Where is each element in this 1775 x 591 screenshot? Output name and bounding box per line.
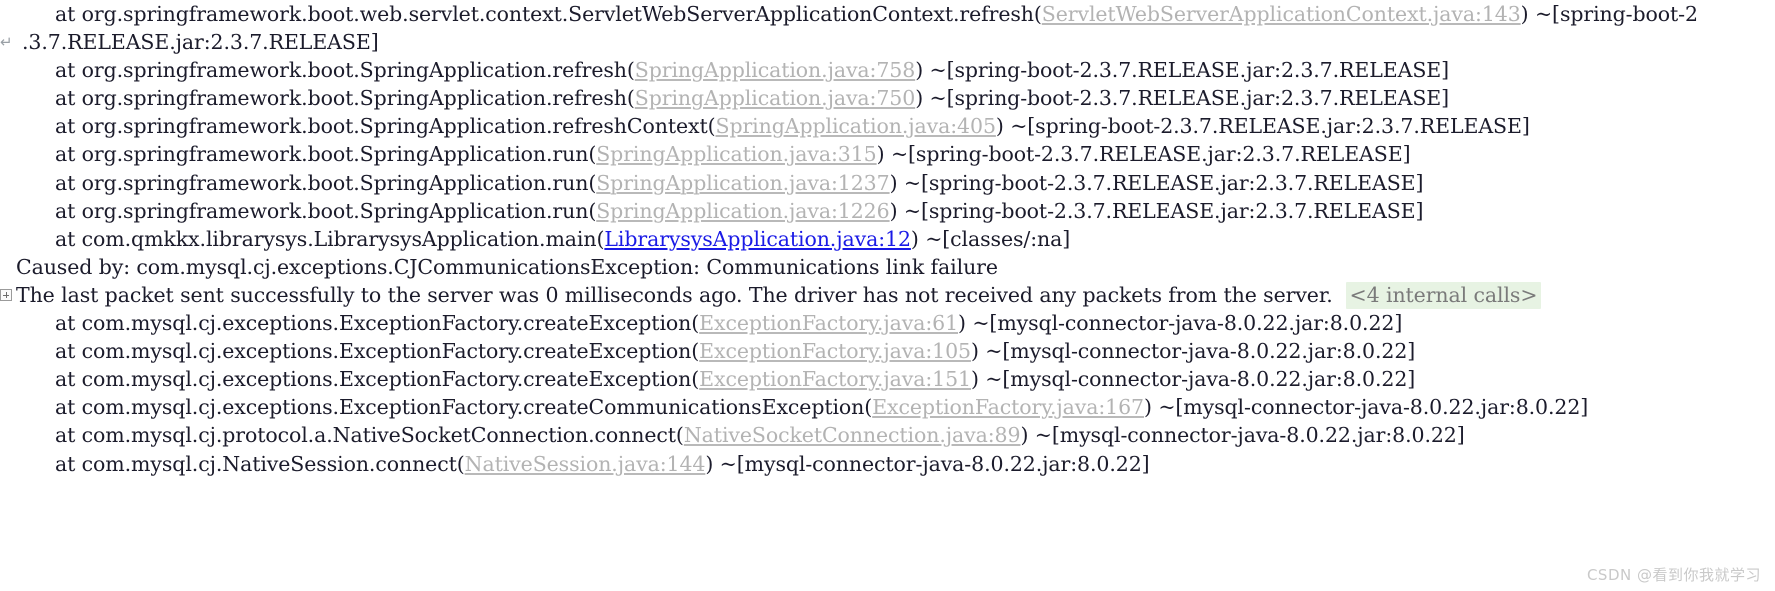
source-link-library[interactable]: SpringApplication.java:758 [635, 58, 915, 82]
stack-frame-suffix: ) ~[spring-boot-2.3.7.RELEASE.jar:2.3.7.… [995, 114, 1530, 139]
console-line: at org.springframework.boot.SpringApplic… [0, 169, 1775, 197]
expand-fold-icon[interactable] [0, 288, 12, 301]
internal-calls-fold-badge[interactable]: <4 internal calls> [1345, 281, 1542, 309]
soft-wrap-arrow-icon: ↵ [0, 33, 13, 52]
source-link-library[interactable]: SpringApplication.java:750 [635, 86, 915, 110]
exception-message-text: The last packet sent successfully to the… [16, 282, 1333, 307]
watermark: CSDN @看到你我就学习 [1586, 566, 1761, 584]
stack-frame-suffix: ) ~[classes/:na] [910, 226, 1071, 251]
stack-frame-suffix: ) ~[spring-boot-2.3.7.RELEASE.jar:2.3.7.… [889, 198, 1424, 223]
stack-frame-prefix: at com.mysql.cj.NativeSession.connect( [55, 451, 465, 476]
source-link-library[interactable]: ServletWebServerApplicationContext.java:… [1042, 2, 1521, 26]
stack-frame-prefix: at com.mysql.cj.exceptions.ExceptionFact… [55, 311, 700, 336]
source-link-library[interactable]: ExceptionFactory.java:167 [872, 395, 1144, 419]
console-line: at com.mysql.cj.protocol.a.NativeSocketC… [0, 421, 1775, 449]
stack-frame-prefix: at com.qmkkx.librarysys.LibrarysysApplic… [55, 226, 605, 251]
console-line: at org.springframework.boot.SpringApplic… [0, 84, 1775, 112]
stack-frame-suffix: ) ~[mysql-connector-java-8.0.22.jar:8.0.… [970, 339, 1416, 364]
console-line-wrapped: ↵ .3.7.RELEASE.jar:2.3.7.RELEASE] [0, 28, 1775, 56]
console-line: at com.mysql.cj.NativeSession.connect(Na… [0, 450, 1775, 478]
stack-frame-prefix: at com.mysql.cj.exceptions.ExceptionFact… [55, 367, 700, 392]
stack-frame-suffix: ) ~[spring-boot-2.3.7.RELEASE.jar:2.3.7.… [915, 86, 1450, 111]
stack-frame-suffix: ) ~[mysql-connector-java-8.0.22.jar:8.0.… [1144, 395, 1589, 420]
source-link-user[interactable]: LibrarysysApplication.java:12 [604, 227, 911, 251]
source-link-library[interactable]: ExceptionFactory.java:151 [699, 367, 971, 391]
source-link-library[interactable]: NativeSocketConnection.java:89 [684, 423, 1021, 447]
console-line: at com.mysql.cj.exceptions.ExceptionFact… [0, 365, 1775, 393]
stack-frame-wrap-text: .3.7.RELEASE.jar:2.3.7.RELEASE] [22, 30, 379, 55]
stack-frame-suffix: ) ~[spring-boot-2 [1520, 2, 1698, 26]
console-line: at org.springframework.boot.SpringApplic… [0, 112, 1775, 140]
source-link-library[interactable]: SpringApplication.java:1237 [596, 171, 889, 195]
console-line: at org.springframework.boot.SpringApplic… [0, 140, 1775, 168]
source-link-library[interactable]: SpringApplication.java:1226 [596, 199, 889, 223]
stack-frame-prefix: at org.springframework.boot.SpringApplic… [55, 86, 635, 111]
stack-frame-suffix: ) ~[spring-boot-2.3.7.RELEASE.jar:2.3.7.… [915, 58, 1450, 83]
source-link-library[interactable]: SpringApplication.java:405 [716, 114, 996, 138]
source-link-library[interactable]: SpringApplication.java:315 [596, 142, 876, 166]
stack-frame-prefix: at org.springframework.boot.SpringApplic… [55, 198, 597, 223]
console-line: at org.springframework.boot.web.servlet.… [0, 0, 1775, 28]
stack-frame-prefix: at com.mysql.cj.exceptions.ExceptionFact… [55, 339, 700, 364]
console-line: The last packet sent successfully to the… [0, 281, 1775, 309]
stack-frame-suffix: ) ~[mysql-connector-java-8.0.22.jar:8.0.… [1020, 423, 1465, 448]
stack-frame-prefix: at com.mysql.cj.exceptions.ExceptionFact… [55, 395, 873, 420]
stack-frame-prefix: at org.springframework.boot.SpringApplic… [55, 114, 716, 139]
console-line: at com.mysql.cj.exceptions.ExceptionFact… [0, 309, 1775, 337]
stack-frame-prefix: at org.springframework.boot.SpringApplic… [55, 58, 635, 83]
source-link-library[interactable]: NativeSession.java:144 [465, 452, 706, 476]
source-link-library[interactable]: ExceptionFactory.java:105 [699, 339, 971, 363]
stack-frame-suffix: ) ~[mysql-connector-java-8.0.22.jar:8.0.… [970, 367, 1416, 392]
caused-by-text: Caused by: com.mysql.cj.exceptions.CJCom… [16, 254, 998, 279]
fold-gutter[interactable] [0, 281, 16, 309]
console-line: at com.qmkkx.librarysys.LibrarysysApplic… [0, 225, 1775, 253]
source-link-library[interactable]: ExceptionFactory.java:61 [699, 311, 958, 335]
stack-frame-suffix: ) ~[mysql-connector-java-8.0.22.jar:8.0.… [958, 311, 1403, 336]
stack-trace-console[interactable]: at org.springframework.boot.web.servlet.… [0, 0, 1775, 591]
message-gap [1333, 283, 1346, 307]
console-line: at org.springframework.boot.SpringApplic… [0, 197, 1775, 225]
console-line: at com.mysql.cj.exceptions.ExceptionFact… [0, 337, 1775, 365]
stack-frame-prefix: at org.springframework.boot.web.servlet.… [55, 2, 1042, 26]
stack-frame-prefix: at org.springframework.boot.SpringApplic… [55, 142, 597, 167]
stack-frame-suffix: ) ~[spring-boot-2.3.7.RELEASE.jar:2.3.7.… [876, 142, 1411, 167]
stack-frame-prefix: at com.mysql.cj.protocol.a.NativeSocketC… [55, 423, 684, 448]
stack-frame-prefix: at org.springframework.boot.SpringApplic… [55, 170, 597, 195]
stack-frame-suffix: ) ~[spring-boot-2.3.7.RELEASE.jar:2.3.7.… [889, 170, 1424, 195]
console-line: at com.mysql.cj.exceptions.ExceptionFact… [0, 393, 1775, 421]
console-line: Caused by: com.mysql.cj.exceptions.CJCom… [0, 253, 1775, 281]
console-line: at org.springframework.boot.SpringApplic… [0, 56, 1775, 84]
stack-frame-suffix: ) ~[mysql-connector-java-8.0.22.jar:8.0.… [705, 451, 1150, 476]
